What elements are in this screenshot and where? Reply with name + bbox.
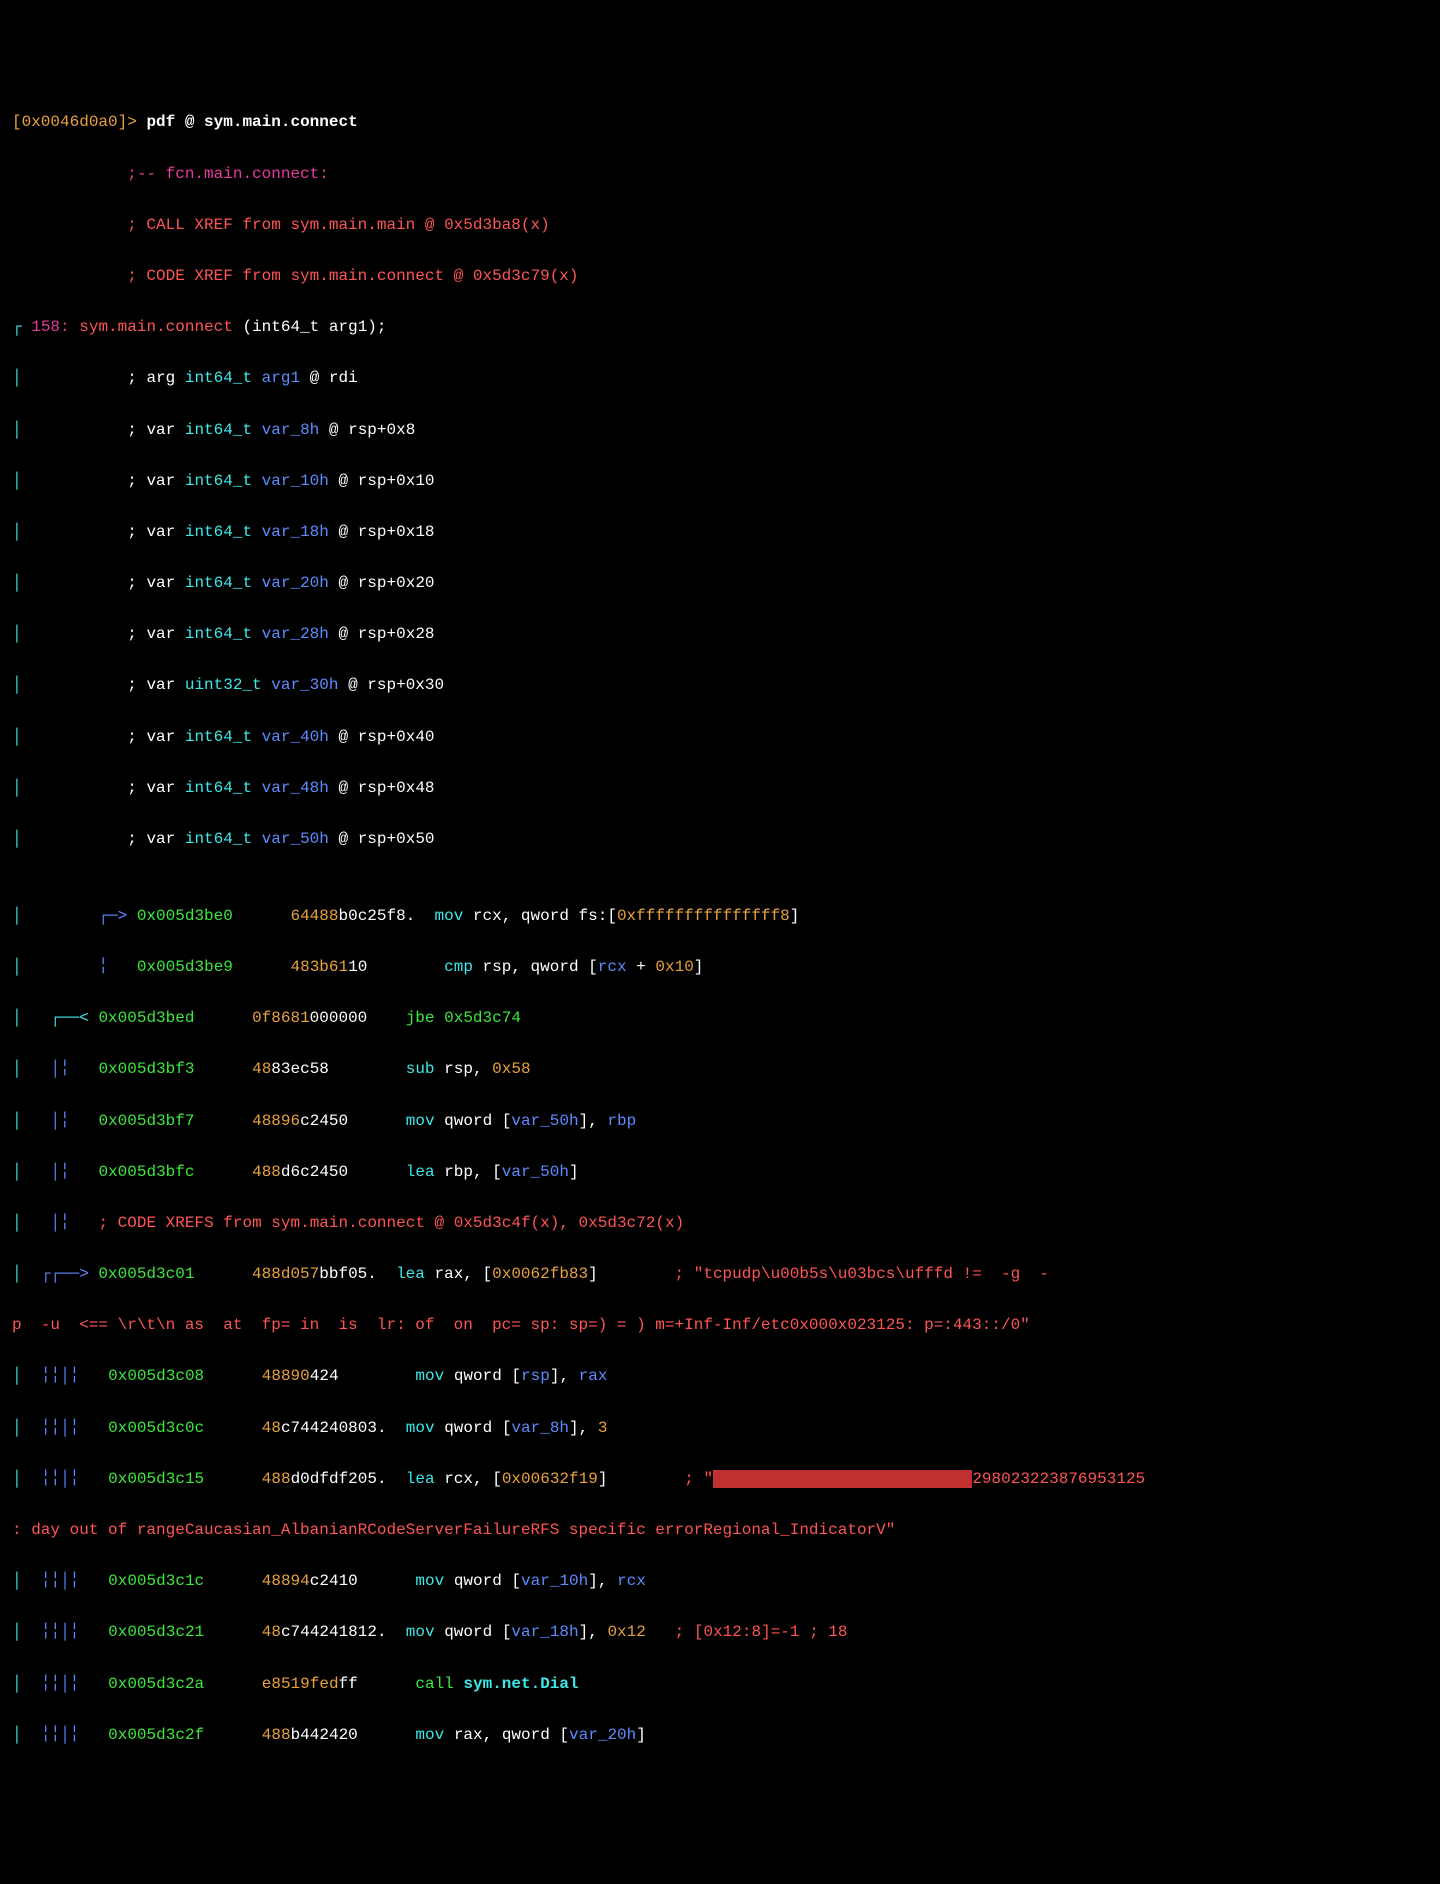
prompt-addr: [0x0046d0a0] <box>12 113 127 131</box>
ins-sub: │ │╎ 0x005d3bf3 4883ec58 sub rsp, 0x58 <box>12 1057 1428 1083</box>
var-48h: │ ; var int64_t var_48h @ rsp+0x48 <box>12 776 1428 802</box>
ins-call-dial: │ ╎╎│╎ 0x005d3c2a e8519fedff call sym.ne… <box>12 1672 1428 1698</box>
var-18h: │ ; var int64_t var_18h @ rsp+0x18 <box>12 520 1428 546</box>
var-28h: │ ; var int64_t var_28h @ rsp+0x28 <box>12 622 1428 648</box>
ins-lea-rcx-cont: : day out of rangeCaucasian_AlbanianRCod… <box>12 1518 1428 1544</box>
redacted-text: XXXXXXXXXXXXXXXXXXXXXXXXXXX <box>713 1470 972 1488</box>
ins-mov-10h: │ ╎╎│╎ 0x005d3c1c 48894c2410 mov qword [… <box>12 1569 1428 1595</box>
var-30h: │ ; var uint32_t var_30h @ rsp+0x30 <box>12 673 1428 699</box>
ins-mov-rbp: │ │╎ 0x005d3bf7 48896c2450 mov qword [va… <box>12 1109 1428 1135</box>
ins-mov-8h: │ ╎╎│╎ 0x005d3c0c 48c744240803. mov qwor… <box>12 1416 1428 1442</box>
ins-mov-fs: │ ┌─> 0x005d3be0 64488b0c25f8. mov rcx, … <box>12 904 1428 930</box>
var-50h: │ ; var int64_t var_50h @ rsp+0x50 <box>12 827 1428 853</box>
ins-mov-20h: │ ╎╎│╎ 0x005d3c2f 488b442420 mov rax, qw… <box>12 1723 1428 1749</box>
function-signature: ┌ 158: sym.main.connect (int64_t arg1); <box>12 315 1428 341</box>
ins-lea-rcx: │ ╎╎│╎ 0x005d3c15 488d0dfdf205. lea rcx,… <box>12 1467 1428 1493</box>
prompt-line[interactable]: [0x0046d0a0]> pdf @ sym.main.connect <box>12 110 1428 136</box>
var-10h: │ ; var int64_t var_10h @ rsp+0x10 <box>12 469 1428 495</box>
xref-call: ; CALL XREF from sym.main.main @ 0x5d3ba… <box>12 213 1428 239</box>
xref-code: ; CODE XREF from sym.main.connect @ 0x5d… <box>12 264 1428 290</box>
ins-mov-18h: │ ╎╎│╎ 0x005d3c21 48c744241812. mov qwor… <box>12 1620 1428 1646</box>
var-20h: │ ; var int64_t var_20h @ rsp+0x20 <box>12 571 1428 597</box>
ins-mov-rsp: │ ╎╎│╎ 0x005d3c08 48890424 mov qword [rs… <box>12 1364 1428 1390</box>
code-xrefs: │ │╎ ; CODE XREFS from sym.main.connect … <box>12 1211 1428 1237</box>
ins-lea-tcp: │ ┌┌──> 0x005d3c01 488d057bbf05. lea rax… <box>12 1262 1428 1288</box>
var-arg1: │ ; arg int64_t arg1 @ rdi <box>12 366 1428 392</box>
var-8h: │ ; var int64_t var_8h @ rsp+0x8 <box>12 418 1428 444</box>
prompt-cmd: pdf @ sym.main.connect <box>146 113 357 131</box>
ins-lea-tcp-cont: p -u <== \r\t\n as at fp= in is lr: of o… <box>12 1313 1428 1339</box>
ins-lea-rbp: │ │╎ 0x005d3bfc 488d6c2450 lea rbp, [var… <box>12 1160 1428 1186</box>
ins-jbe: │ ┌──< 0x005d3bed 0f8681000000 jbe 0x5d3… <box>12 1006 1428 1032</box>
fcn-header: ;-- fcn.main.connect: <box>12 162 1428 188</box>
var-40h: │ ; var int64_t var_40h @ rsp+0x40 <box>12 725 1428 751</box>
prompt-gt: > <box>127 113 137 131</box>
